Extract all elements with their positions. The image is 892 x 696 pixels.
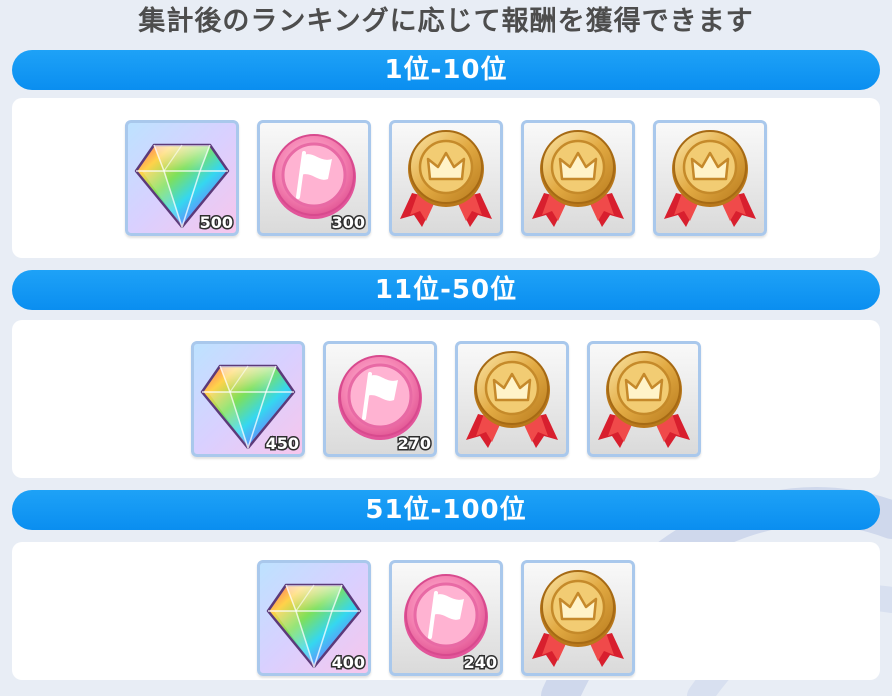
reward-gold-medal[interactable]: [455, 341, 569, 457]
reward-gold-medal[interactable]: [521, 560, 635, 676]
reward-amount: 270: [396, 433, 432, 455]
gold-medal-icon: [458, 344, 566, 454]
reward-rainbow-gem[interactable]: 500: [125, 120, 239, 236]
page-title: 集計後のランキングに応じて報酬を獲得できます: [138, 6, 754, 37]
gold-medal-icon: [524, 123, 632, 233]
tier-3-header: 51位-100位: [12, 490, 880, 530]
tier-1-panel: 500 300: [12, 98, 880, 258]
reward-rainbow-gem[interactable]: 400: [257, 560, 371, 676]
reward-pink-coin[interactable]: 300: [257, 120, 371, 236]
reward-amount: 400: [330, 652, 366, 674]
reward-pink-coin[interactable]: 240: [389, 560, 503, 676]
tier-2-panel: 450 270: [12, 320, 880, 478]
gold-medal-icon: [524, 563, 632, 673]
tier-2-header: 11位-50位: [12, 270, 880, 310]
gold-medal-icon: [392, 123, 500, 233]
tier-3-panel: 400 240: [12, 542, 880, 680]
reward-gold-medal[interactable]: [389, 120, 503, 236]
reward-amount: 450: [264, 433, 300, 455]
reward-amount: 240: [462, 652, 498, 674]
reward-amount: 300: [330, 212, 366, 234]
tier-1-header: 1位-10位: [12, 50, 880, 90]
gold-medal-icon: [590, 344, 698, 454]
reward-gold-medal[interactable]: [653, 120, 767, 236]
reward-amount: 500: [198, 212, 234, 234]
reward-gold-medal[interactable]: [521, 120, 635, 236]
reward-pink-coin[interactable]: 270: [323, 341, 437, 457]
reward-gold-medal[interactable]: [587, 341, 701, 457]
gold-medal-icon: [656, 123, 764, 233]
reward-rainbow-gem[interactable]: 450: [191, 341, 305, 457]
